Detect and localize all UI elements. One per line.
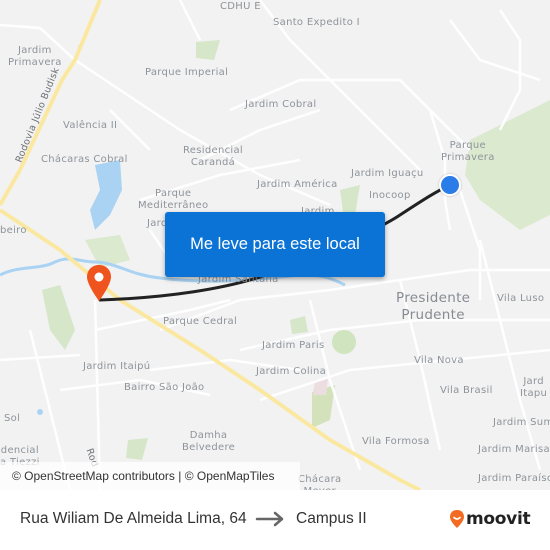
route-footer: Rua Wiliam De Almeida Lima, 64 Campus II… bbox=[0, 490, 550, 550]
origin-marker[interactable] bbox=[439, 174, 461, 196]
place-label: Santo Expedito I bbox=[273, 17, 360, 28]
place-label: Sol bbox=[4, 413, 21, 424]
place-label: Jardim Paraíso bbox=[478, 473, 550, 484]
place-label: Parque Primavera bbox=[441, 140, 495, 163]
place-label: CDHU E bbox=[220, 1, 261, 12]
park-area bbox=[340, 185, 360, 215]
park-area bbox=[290, 316, 308, 334]
place-label: Parque Imperial bbox=[145, 67, 229, 78]
place-label: Valência II bbox=[63, 120, 118, 131]
place-label: Vila Formosa bbox=[362, 436, 430, 447]
place-label: Jardim Marisa bbox=[478, 444, 550, 455]
city-label: Presidente Prudente bbox=[396, 290, 471, 323]
place-label: Jardim América bbox=[257, 179, 338, 190]
place-label: Jardim Colina bbox=[256, 366, 327, 377]
map-attribution[interactable]: © OpenStreetMap contributors | © OpenMap… bbox=[0, 462, 300, 490]
park-area bbox=[332, 330, 356, 354]
moovit-pin-icon bbox=[450, 510, 464, 528]
map-view[interactable]: CDHU E Santo Expedito I Jardim Primavera… bbox=[0, 0, 550, 490]
place-label: Damha Belvedere bbox=[182, 430, 236, 453]
place-label: Chácaras Cobral bbox=[41, 154, 128, 165]
place-label: Jardim Cobral bbox=[245, 99, 317, 110]
place-label: Vila Brasil bbox=[440, 385, 493, 396]
place-label: Chácara Meyer bbox=[298, 474, 342, 490]
place-label: Jardim Itaipú bbox=[83, 361, 151, 372]
route-destination: Campus II bbox=[296, 510, 367, 527]
destination-pin-icon[interactable] bbox=[86, 264, 112, 302]
place-label: Jardim Iguaçu bbox=[351, 168, 424, 179]
park-area bbox=[42, 285, 75, 350]
place-label: Parque Mediterrâneo bbox=[138, 188, 209, 211]
park-area bbox=[465, 100, 550, 230]
place-label: Bairro São João bbox=[124, 382, 205, 393]
place-label: Jardim Paris bbox=[262, 340, 325, 351]
place-label: Vila Nova bbox=[414, 355, 464, 366]
place-label: Residencial Carandá bbox=[183, 145, 243, 168]
park-area bbox=[196, 40, 220, 60]
route-origin: Rua Wiliam De Almeida Lima, 64 bbox=[20, 510, 247, 527]
water-body bbox=[90, 160, 122, 230]
take-me-here-button[interactable]: Me leve para este local bbox=[165, 212, 385, 277]
moovit-wordmark: moovit bbox=[466, 509, 531, 529]
place-label: Inocoop bbox=[369, 190, 411, 201]
place-label: Jardim Sum bbox=[493, 417, 550, 428]
place-label: beiro bbox=[0, 225, 27, 236]
place-label: Parque Cedral bbox=[163, 316, 238, 327]
highway bbox=[0, 0, 102, 206]
place-label: Jard Itapu bbox=[520, 376, 548, 399]
park-area bbox=[126, 438, 148, 460]
take-me-here-label: Me leve para este local bbox=[190, 235, 360, 253]
place-label: Vila Luso bbox=[497, 293, 545, 304]
moovit-logo[interactable]: moovit bbox=[449, 508, 531, 530]
arrow-right-icon bbox=[255, 511, 284, 527]
